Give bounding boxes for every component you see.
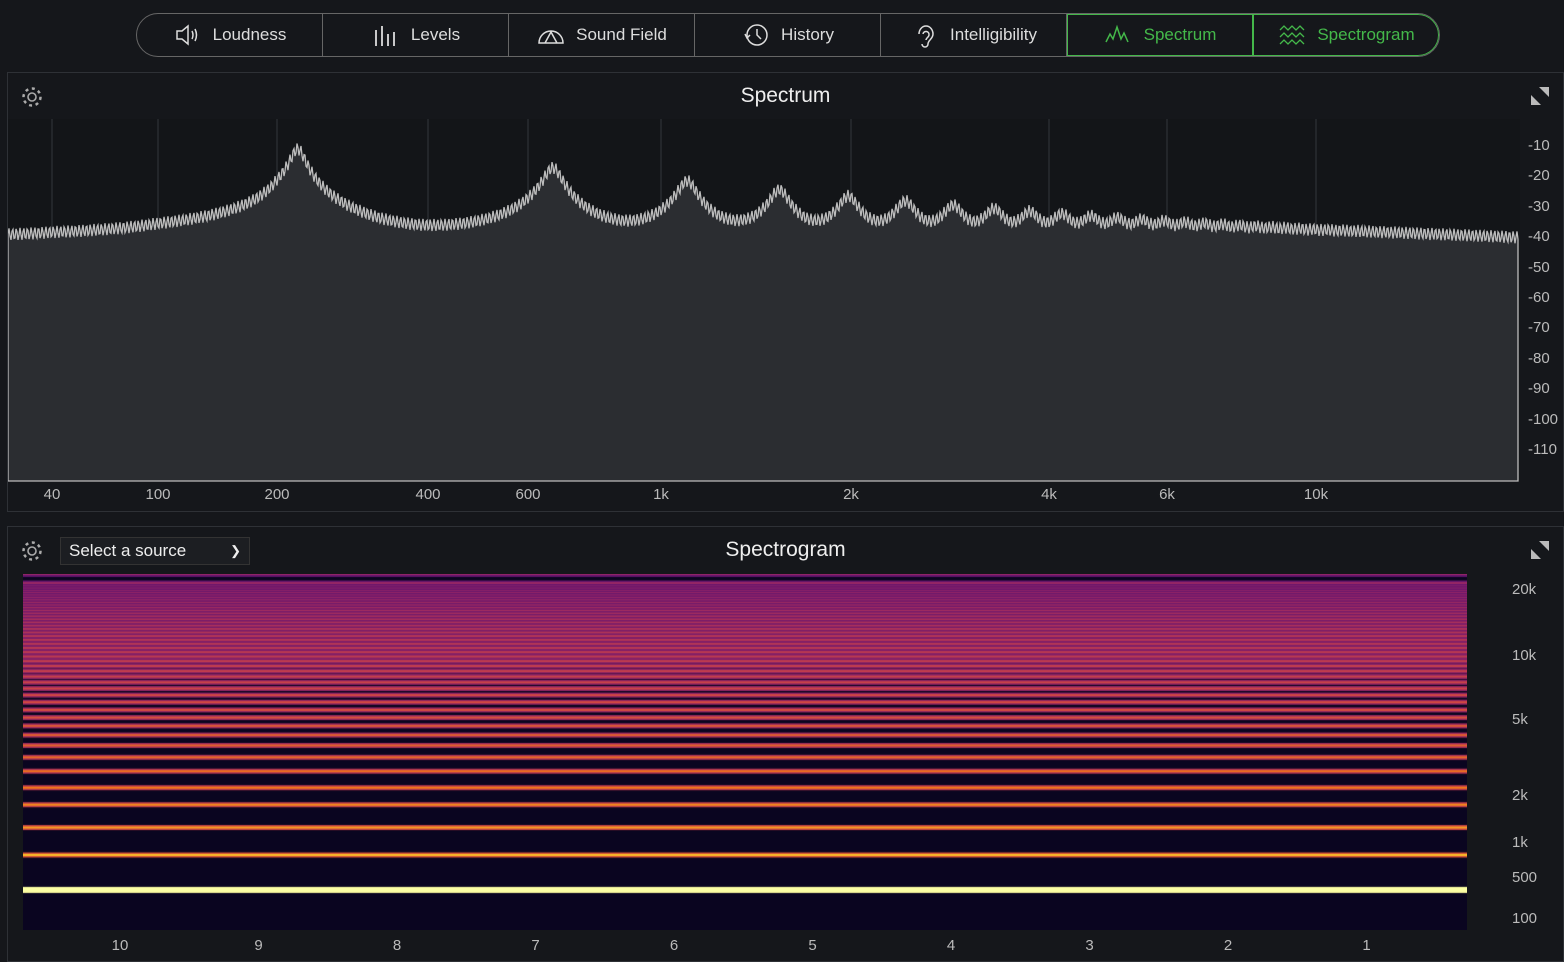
x-tick-label: 4	[946, 937, 956, 954]
x-tick-label: 2	[1223, 937, 1233, 954]
tab-levels[interactable]: Levels	[323, 14, 509, 56]
expand-icon[interactable]	[1529, 539, 1551, 561]
y-tick-label: 100	[1512, 910, 1538, 927]
spectrum-plot	[8, 119, 1520, 482]
spectrum-title: Spectrum	[740, 84, 831, 107]
y-tick-label: -100	[1528, 410, 1559, 428]
tab-label: History	[781, 25, 834, 44]
sound-field-icon	[538, 30, 564, 44]
x-tick-label: 4k	[1041, 486, 1057, 503]
y-tick-label: -10	[1528, 137, 1550, 154]
x-tick-label: 3	[1085, 937, 1094, 954]
x-tick-label: 9	[254, 937, 263, 954]
spectrogram-icon	[1279, 25, 1305, 45]
y-tick-label: 20k	[1512, 581, 1537, 598]
tab-history[interactable]: History	[695, 14, 881, 56]
x-tick-label: 10k	[1303, 486, 1329, 503]
ear-icon	[918, 25, 934, 48]
tab-intelligibility[interactable]: Intelligibility	[881, 14, 1067, 56]
y-tick-label: 500	[1512, 869, 1538, 886]
tab-spectrum[interactable]: Spectrum	[1067, 14, 1253, 56]
y-tick-label: -30	[1528, 197, 1550, 215]
x-tick-label: 600	[515, 486, 541, 503]
y-tick-label: 2k	[1512, 787, 1528, 804]
tab-label: Sound Field	[576, 25, 667, 44]
history-icon	[744, 24, 768, 46]
y-tick-label: -90	[1528, 380, 1550, 398]
y-tick-label: -20	[1528, 167, 1550, 185]
tab-label: Loudness	[212, 25, 287, 44]
tab-label: Spectrum	[1143, 25, 1217, 44]
y-tick-label: 5k	[1512, 711, 1528, 728]
tab-label: Spectrogram	[1317, 25, 1415, 44]
x-tick-label: 1k	[653, 486, 669, 503]
tab-sound-field[interactable]: Sound Field	[509, 14, 695, 56]
x-tick-label: 5	[808, 937, 817, 954]
x-tick-label: 7	[531, 937, 540, 954]
x-tick-label: 2k	[843, 486, 859, 503]
y-tick-label: -50	[1528, 258, 1550, 276]
x-tick-label: 6	[669, 937, 679, 954]
x-tick-label: 40	[43, 486, 61, 503]
x-tick-label: 1	[1362, 937, 1371, 954]
x-tick-label: 6k	[1159, 486, 1175, 503]
x-tick-label: 8	[392, 937, 402, 954]
expand-icon[interactable]	[1529, 85, 1551, 107]
y-tick-label: -70	[1528, 319, 1550, 337]
y-tick-label: -60	[1528, 289, 1550, 306]
spectrogram-title: Spectrogram	[725, 538, 846, 561]
x-tick-label: 400	[415, 486, 441, 503]
tab-loudness[interactable]: Loudness	[137, 14, 323, 56]
tab-spectrogram[interactable]: Spectrogram	[1253, 14, 1439, 56]
spectrum-icon	[1104, 24, 1129, 43]
y-tick-label: -40	[1528, 228, 1550, 246]
spectrogram-panel: Select a source ❯ Spectrogram 20k 10k 5k 2k 1…	[7, 526, 1564, 962]
speaker-icon	[175, 24, 197, 46]
y-tick-label: 10k	[1512, 647, 1537, 664]
tab-label: Levels	[410, 25, 461, 44]
spectrogram-image	[23, 574, 1467, 930]
level-bars-icon	[375, 26, 395, 46]
x-tick-label: 200	[264, 486, 290, 503]
tab-label: Intelligibility	[950, 25, 1037, 44]
y-tick-label: 1k	[1512, 834, 1528, 851]
y-tick-label: -80	[1528, 349, 1550, 367]
x-tick-label: 10	[111, 937, 129, 954]
x-tick-label: 100	[145, 486, 171, 503]
spectrum-panel: Spectrum -10 -20 -30 -40 -50 -60 -70 -80 -90 -100…	[7, 72, 1564, 512]
view-tabs: Loudness Levels Sound Field History Intellig…	[136, 13, 1440, 57]
y-tick-label: -110	[1528, 441, 1557, 458]
